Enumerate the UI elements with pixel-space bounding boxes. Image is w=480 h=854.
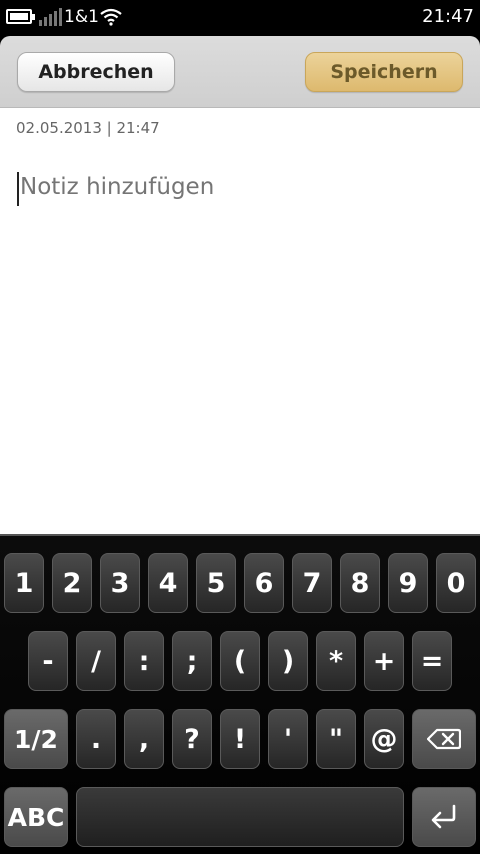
signal-strength-icon (39, 8, 62, 26)
backspace-icon (427, 728, 461, 750)
key-period[interactable]: . (76, 709, 116, 769)
key-2[interactable]: 2 (52, 553, 92, 613)
key-space[interactable] (76, 787, 404, 847)
key-semicolon[interactable]: ; (172, 631, 212, 691)
key-open-paren[interactable]: ( (220, 631, 260, 691)
key-equals[interactable]: = (412, 631, 452, 691)
key-slash[interactable]: / (76, 631, 116, 691)
backspace-key[interactable] (412, 709, 476, 769)
note-text-input[interactable] (20, 174, 460, 200)
battery-icon (6, 9, 35, 24)
key-colon[interactable]: : (124, 631, 164, 691)
key-at[interactable]: @ (364, 709, 404, 769)
key-9[interactable]: 9 (388, 553, 428, 613)
status-bar: 1&1 21:47 (0, 0, 480, 36)
key-5[interactable]: 5 (196, 553, 236, 613)
key-6[interactable]: 6 (244, 553, 284, 613)
cancel-button[interactable]: Abbrechen (17, 52, 175, 92)
key-comma[interactable]: , (124, 709, 164, 769)
key-7[interactable]: 7 (292, 553, 332, 613)
on-screen-keyboard: 1 2 3 4 5 6 7 8 9 0 - / : ; ( ) * + = 1/… (0, 534, 480, 854)
enter-icon (431, 804, 456, 829)
key-abc[interactable]: ABC (4, 787, 68, 847)
enter-key[interactable] (412, 787, 476, 847)
key-0[interactable]: 0 (436, 553, 476, 613)
key-asterisk[interactable]: * (316, 631, 356, 691)
key-plus[interactable]: + (364, 631, 404, 691)
key-question[interactable]: ? (172, 709, 212, 769)
key-page-toggle[interactable]: 1/2 (4, 709, 68, 769)
key-quote[interactable]: " (316, 709, 356, 769)
editor-toolbar: Abbrechen Speichern (0, 36, 480, 108)
text-cursor (17, 172, 19, 206)
save-button[interactable]: Speichern (305, 52, 463, 92)
status-clock: 21:47 (422, 6, 474, 27)
key-close-paren[interactable]: ) (268, 631, 308, 691)
key-exclamation[interactable]: ! (220, 709, 260, 769)
key-8[interactable]: 8 (340, 553, 380, 613)
note-timestamp: 02.05.2013 | 21:47 (16, 119, 160, 137)
key-3[interactable]: 3 (100, 553, 140, 613)
carrier-name: 1&1 (64, 7, 99, 27)
key-1[interactable]: 1 (4, 553, 44, 613)
wifi-icon (100, 8, 122, 26)
key-4[interactable]: 4 (148, 553, 188, 613)
key-minus[interactable]: - (28, 631, 68, 691)
key-apostrophe[interactable]: ' (268, 709, 308, 769)
note-editor: 02.05.2013 | 21:47 (0, 108, 480, 534)
